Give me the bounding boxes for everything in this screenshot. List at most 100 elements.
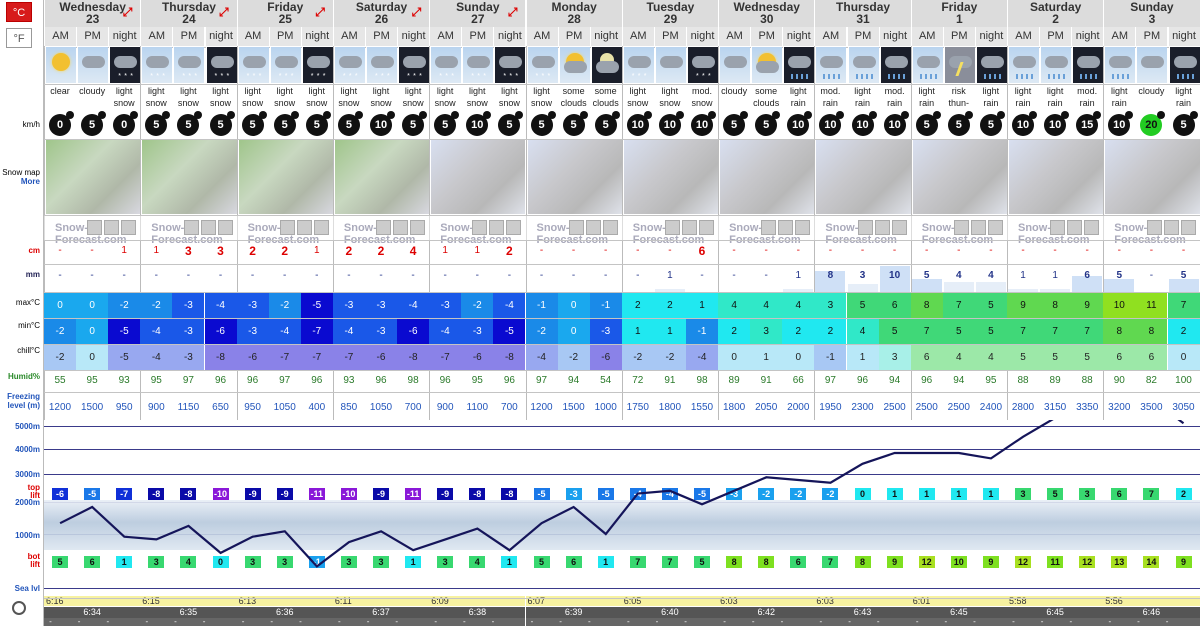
- snowflake-icon[interactable]: [410, 220, 426, 235]
- period-label: PM: [76, 27, 109, 46]
- expand-icon[interactable]: [665, 220, 681, 235]
- day-header[interactable]: Sunday 3: [1103, 0, 1200, 27]
- refresh-icon[interactable]: [682, 220, 698, 235]
- expand-icon[interactable]: [761, 220, 777, 235]
- snow-map-image[interactable]: [815, 140, 911, 214]
- wind-speed-icon: 10: [466, 111, 492, 136]
- weather-icon-cloud-snow: * * *: [526, 47, 558, 83]
- day-header[interactable]: Sunday 27 ⤢: [429, 0, 526, 27]
- snow-map-image[interactable]: [526, 140, 622, 214]
- min-temp: 2: [1167, 319, 1200, 344]
- snowflake-icon[interactable]: [121, 220, 137, 235]
- day-header[interactable]: Tuesday 29: [621, 0, 719, 27]
- expand-icon[interactable]: [87, 220, 103, 235]
- day-header[interactable]: Monday 28: [525, 0, 622, 27]
- period-label: PM: [365, 27, 397, 46]
- snow-map-image[interactable]: [333, 140, 430, 214]
- day-header[interactable]: Saturday 26 ⤢: [332, 0, 430, 27]
- snow-amount: -: [668, 245, 672, 256]
- period-label: night: [1071, 27, 1104, 46]
- max-temp: 8: [1039, 293, 1072, 318]
- snow-amount: 1: [314, 245, 320, 256]
- snow-map-image[interactable]: [1104, 140, 1200, 214]
- weather-text-line: snow: [209, 98, 231, 108]
- rain-amount: -: [764, 270, 768, 281]
- snowflake-icon[interactable]: [1084, 220, 1100, 235]
- snow-map-image[interactable]: [719, 140, 815, 214]
- expand-icon[interactable]: [857, 220, 873, 235]
- refresh-icon[interactable]: [200, 220, 216, 235]
- wind-chill: -4: [525, 345, 558, 370]
- expand-icon[interactable]: ⤢: [508, 6, 518, 18]
- period-label: AM: [332, 27, 365, 46]
- min-temp: -4: [140, 319, 173, 344]
- expand-icon[interactable]: ⤢: [315, 6, 325, 18]
- refresh-icon[interactable]: [104, 220, 120, 235]
- weather-text-line: snow: [306, 98, 328, 108]
- refresh-icon[interactable]: [489, 220, 505, 235]
- refresh-icon[interactable]: [296, 220, 312, 235]
- fahrenheit-toggle[interactable]: °F: [6, 28, 32, 48]
- expand-icon[interactable]: ⤢: [412, 6, 422, 18]
- day-header[interactable]: Friday 1: [910, 0, 1007, 27]
- refresh-icon[interactable]: [1163, 220, 1179, 235]
- wind-speed-icon: 10: [1044, 111, 1070, 136]
- snowflake-icon[interactable]: [602, 220, 618, 235]
- expand-icon[interactable]: [568, 220, 584, 235]
- snow-map-image[interactable]: [911, 140, 1007, 214]
- day-header[interactable]: Friday 25 ⤢: [236, 0, 333, 27]
- expand-icon[interactable]: [472, 220, 488, 235]
- weather-text-line: thun-: [948, 98, 970, 108]
- snowflake-icon[interactable]: [313, 220, 329, 235]
- snowmap-label[interactable]: Snow map: [0, 168, 44, 177]
- refresh-icon[interactable]: [393, 220, 409, 235]
- snow-map-image[interactable]: [237, 140, 333, 214]
- snowflake-icon[interactable]: [795, 220, 811, 235]
- expand-icon[interactable]: [1146, 220, 1162, 235]
- max-temp: 11: [1135, 293, 1168, 318]
- expand-icon[interactable]: [376, 220, 392, 235]
- rain-amount: 1: [1052, 270, 1058, 281]
- humidity: 72: [632, 375, 644, 386]
- refresh-icon[interactable]: [970, 220, 986, 235]
- wind-chill: -3: [172, 345, 205, 370]
- celsius-toggle[interactable]: °C: [6, 2, 32, 22]
- snowflake-icon[interactable]: [506, 220, 522, 235]
- weather-text-line: cloudy: [79, 86, 106, 96]
- snow-map-image[interactable]: [622, 140, 719, 214]
- refresh-icon[interactable]: [778, 220, 794, 235]
- snow-map-image[interactable]: [1008, 140, 1104, 214]
- snow-map-image[interactable]: [141, 140, 237, 214]
- snow-forecast-logo-area: Snow-Forecast.com: [910, 216, 1007, 246]
- snowflake-icon[interactable]: [217, 220, 233, 235]
- expand-icon[interactable]: ⤢: [123, 6, 133, 18]
- refresh-icon[interactable]: [874, 220, 890, 235]
- expand-icon[interactable]: [953, 220, 969, 235]
- snowmap-more-link[interactable]: More: [0, 177, 44, 186]
- freezing-level: 1550: [690, 402, 714, 413]
- day-header[interactable]: Thursday 24 ⤢: [140, 0, 237, 27]
- period-label: PM: [557, 27, 590, 46]
- refresh-icon[interactable]: [585, 220, 601, 235]
- snow-map-image[interactable]: [430, 140, 526, 214]
- day-header[interactable]: Thursday 31: [814, 0, 911, 27]
- expand-icon[interactable]: [1050, 220, 1066, 235]
- refresh-icon[interactable]: [1067, 220, 1083, 235]
- day-header[interactable]: Wednesday 23 ⤢: [44, 0, 141, 27]
- snow-map-image[interactable]: [45, 140, 141, 214]
- humidity: 82: [1145, 375, 1157, 386]
- snowflake-icon[interactable]: [699, 220, 715, 235]
- day-header[interactable]: Wednesday 30: [718, 0, 815, 27]
- weather-text-line: rain: [1111, 98, 1127, 108]
- expand-icon[interactable]: ⤢: [219, 6, 229, 18]
- weather-description: risk thun-: [943, 85, 975, 109]
- snowflake-icon[interactable]: [987, 220, 1003, 235]
- snowflake-icon[interactable]: [1180, 220, 1196, 235]
- expand-icon[interactable]: [183, 220, 199, 235]
- day-header[interactable]: Saturday 2: [1007, 0, 1104, 27]
- weather-text-line: clouds: [560, 98, 587, 108]
- snowflake-icon[interactable]: [891, 220, 907, 235]
- humidity: 98: [696, 375, 708, 386]
- expand-icon[interactable]: [279, 220, 295, 235]
- weather-description: light rain: [911, 85, 943, 109]
